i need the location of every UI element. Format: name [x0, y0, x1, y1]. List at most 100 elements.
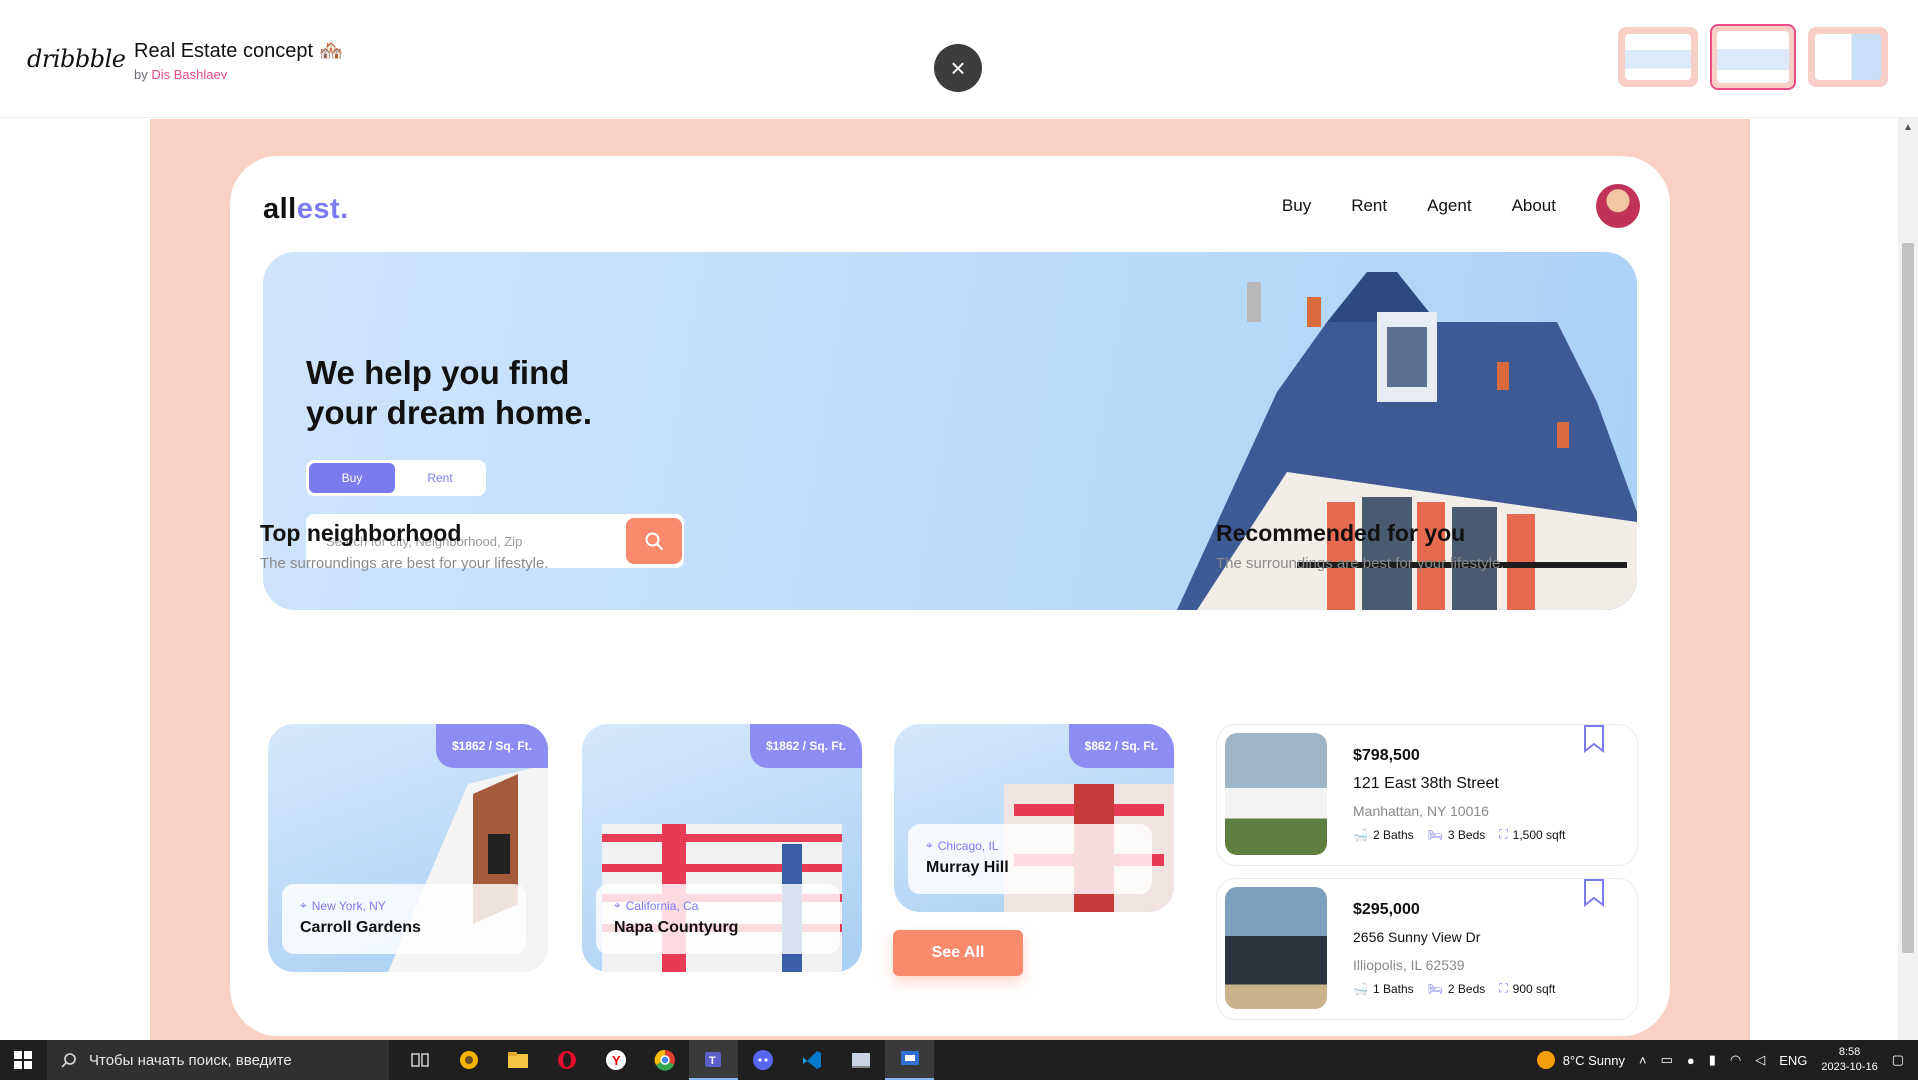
- notification-icon[interactable]: ▢: [1892, 1052, 1904, 1068]
- shot-thumbnails: [1618, 24, 1888, 90]
- task-view-icon[interactable]: [395, 1040, 444, 1080]
- location-pin-icon: ⌖: [614, 898, 621, 912]
- thumbnail-3[interactable]: [1808, 27, 1888, 87]
- toggle-rent[interactable]: Rent: [397, 463, 483, 493]
- neighborhood-name: Murray Hill: [926, 859, 1009, 876]
- property-image: [1225, 887, 1327, 1009]
- microphone-icon[interactable]: ●: [1687, 1053, 1695, 1068]
- bookmark-icon[interactable]: [1583, 879, 1605, 907]
- dribbble-header: dribbble Real Estate concept 🏘️ by Dis B…: [0, 0, 1918, 118]
- property-address: 121 East 38th Street: [1353, 775, 1499, 792]
- location-city: ⌖ California, Ca: [614, 898, 822, 913]
- taskbar-search[interactable]: Чтобы начать поиск, введите: [47, 1040, 389, 1080]
- battery-icon[interactable]: ▮: [1709, 1052, 1716, 1068]
- thumbnail-image: [1717, 31, 1789, 83]
- area-label: 1,500 sqft: [1512, 827, 1566, 842]
- search-icon: [645, 532, 663, 550]
- neighborhood-name: Carroll Gardens: [300, 919, 421, 936]
- brand-main: all: [263, 193, 297, 225]
- chevron-up-icon[interactable]: ˄: [1639, 1053, 1647, 1068]
- property-image: [1225, 733, 1327, 855]
- property-address: 2656 Sunny View Dr: [1353, 929, 1481, 945]
- scroll-up-icon[interactable]: ▲: [1903, 122, 1913, 133]
- location-pin-icon: ⌖: [926, 838, 933, 852]
- property-features: 🛁 1 Baths 🛏 2 Beds ⛶ 900 sqft: [1353, 981, 1555, 996]
- area-feature: ⛶ 900 sqft: [1499, 981, 1555, 996]
- avatar[interactable]: [1596, 184, 1640, 228]
- teams-icon[interactable]: T: [689, 1040, 738, 1080]
- svg-text:Y: Y: [612, 1053, 621, 1068]
- dribbble-logo[interactable]: dribbble: [27, 45, 126, 73]
- search-button[interactable]: [626, 518, 682, 564]
- location-city: ⌖ Chicago, IL: [926, 838, 1134, 853]
- clock-time: 8:58: [1838, 1046, 1861, 1058]
- thumbnail-1[interactable]: [1618, 27, 1698, 87]
- volume-icon[interactable]: ◁: [1755, 1052, 1765, 1068]
- area-icon: ⛶: [1499, 827, 1508, 841]
- nav-buy[interactable]: Buy: [1282, 196, 1311, 216]
- recommended-subtitle: The surroundings are best for your lifes…: [1216, 555, 1505, 572]
- beds-label: 2 Beds: [1447, 981, 1486, 996]
- bath-icon: 🛁: [1353, 981, 1368, 996]
- top-neighborhood-subtitle: The surroundings are best for your lifes…: [260, 555, 549, 572]
- scroll-thumb[interactable]: [1902, 243, 1914, 953]
- weather-widget[interactable]: 8°C Sunny: [1536, 1051, 1625, 1069]
- nav-rent[interactable]: Rent: [1351, 196, 1387, 216]
- baths-feature: 🛁 1 Baths: [1353, 982, 1414, 996]
- property-city: Illiopolis, IL 62539: [1353, 957, 1465, 973]
- website-mockup: allest. Buy Rent Agent About We help you…: [230, 156, 1670, 1036]
- toggle-buy[interactable]: Buy: [309, 463, 395, 493]
- nav-agent[interactable]: Agent: [1427, 196, 1471, 216]
- beds-feature: 🛏 2 Beds: [1428, 982, 1486, 996]
- see-all-button[interactable]: See All: [893, 930, 1023, 976]
- price-badge: $1862 / Sq. Ft.: [749, 724, 862, 768]
- file-explorer-icon[interactable]: [493, 1040, 542, 1080]
- property-price: $798,500: [1353, 747, 1420, 764]
- chrome-icon[interactable]: [640, 1040, 689, 1080]
- recommended-title: Recommended for you: [1216, 520, 1466, 546]
- site-logo[interactable]: allest.: [263, 193, 349, 226]
- baths-label: 1 Baths: [1372, 981, 1414, 996]
- remote-icon[interactable]: [885, 1040, 934, 1080]
- windows-taskbar: Чтобы начать поиск, введите Y T 8°C Sunn…: [0, 1040, 1918, 1080]
- nav-about[interactable]: About: [1512, 196, 1556, 216]
- discord-icon[interactable]: [738, 1040, 787, 1080]
- thumbnail-image: [1625, 34, 1691, 80]
- opera-icon[interactable]: [542, 1040, 591, 1080]
- start-button[interactable]: [0, 1040, 46, 1080]
- taskbar-search-placeholder: Чтобы начать поиск, введите: [89, 1051, 292, 1069]
- taskbar-apps: Y T: [395, 1040, 934, 1080]
- system-tray: 8°C Sunny ˄ ▭ ● ▮ ◠ ◁ ENG 8:58 2023-10-16…: [1536, 1040, 1918, 1080]
- language-indicator[interactable]: ENG: [1779, 1053, 1807, 1068]
- neighborhood-card[interactable]: $1862 / Sq. Ft. ⌖ New York, NY Carroll Ga…: [268, 724, 548, 972]
- yandex-icon[interactable]: Y: [591, 1040, 640, 1080]
- neighborhood-card[interactable]: $862 / Sq. Ft. ⌖ Chicago, IL Murray Hill: [894, 724, 1174, 912]
- device-icon[interactable]: ▭: [1661, 1052, 1673, 1068]
- location-pin-icon: ⌖: [300, 898, 307, 912]
- app-icon[interactable]: [836, 1040, 885, 1080]
- property-card[interactable]: $295,000 2656 Sunny View Dr Illiopolis, …: [1216, 878, 1638, 1020]
- clock[interactable]: 8:58 2023-10-16: [1821, 1045, 1877, 1075]
- beds-label: 3 Beds: [1447, 827, 1486, 842]
- neighborhood-card[interactable]: $1862 / Sq. Ft. ⌖ California, Ca Napa Cou…: [582, 724, 862, 972]
- main-nav: Buy Rent Agent About: [1282, 184, 1640, 228]
- bookmark-icon[interactable]: [1583, 725, 1605, 753]
- property-price: $295,000: [1353, 901, 1420, 918]
- vscode-icon[interactable]: [787, 1040, 836, 1080]
- clock-date: 2023-10-16: [1821, 1061, 1878, 1073]
- yandex-browser-icon[interactable]: [444, 1040, 493, 1080]
- page-scrollbar[interactable]: ▲: [1898, 118, 1918, 1040]
- baths-feature: 🛁 2 Baths: [1353, 828, 1414, 842]
- property-card[interactable]: $798,500 121 East 38th Street Manhattan,…: [1216, 724, 1638, 866]
- property-city: Manhattan, NY 10016: [1353, 803, 1489, 819]
- location-box: ⌖ Chicago, IL Murray Hill: [908, 824, 1152, 894]
- price-badge: $862 / Sq. Ft.: [1068, 724, 1174, 768]
- price-badge: $1862 / Sq. Ft.: [435, 724, 548, 768]
- wifi-icon[interactable]: ◠: [1730, 1052, 1741, 1068]
- weather-label: 8°C Sunny: [1562, 1052, 1625, 1068]
- author-link[interactable]: Dis Bashlaev: [151, 67, 227, 82]
- location-box: ⌖ New York, NY Carroll Gardens: [282, 884, 526, 954]
- thumbnail-2[interactable]: [1710, 24, 1796, 90]
- close-icon: ×: [950, 52, 966, 83]
- close-button[interactable]: ×: [934, 44, 982, 92]
